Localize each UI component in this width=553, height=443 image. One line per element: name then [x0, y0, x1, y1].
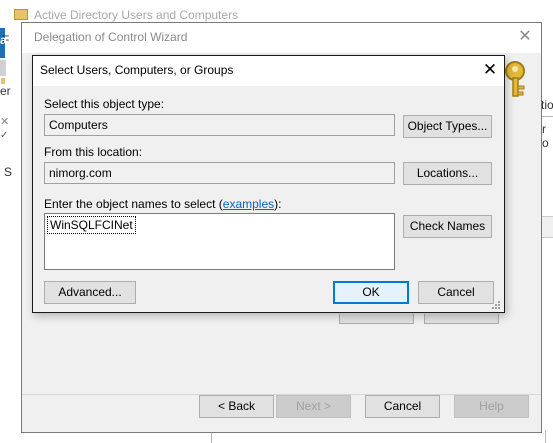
object-names-label-prefix: Enter the object names to select ( — [44, 197, 223, 211]
location-field: nimorg.com — [44, 162, 395, 184]
bg-folder-small-icon — [1, 78, 5, 84]
location-label: From this location: — [44, 145, 143, 159]
bg-toolbar-back-icon — [0, 60, 6, 76]
object-type-field: Computers — [44, 114, 395, 136]
background-window-title: Active Directory Users and Computers — [34, 8, 239, 22]
bg-tree-fragment: a — [0, 33, 7, 47]
dialog-close-button[interactable]: ✕ — [479, 58, 501, 82]
bg-col-fragment: tio — [541, 98, 553, 112]
wizard-close-button[interactable]: ✕ — [514, 25, 536, 49]
select-objects-dialog: Select Users, Computers, or Groups ✕ Sel… — [32, 55, 505, 313]
bg-side-fragment: S — [4, 165, 13, 179]
wizard-title: Delegation of Control Wizard — [34, 30, 188, 44]
dialog-titlebar: Select Users, Computers, or Groups ✕ — [33, 56, 504, 86]
object-names-value: WinSQLFCINet — [47, 216, 136, 234]
wizard-cancel-button[interactable]: Cancel — [365, 395, 440, 418]
advanced-button[interactable]: Advanced... — [44, 281, 136, 304]
object-names-input[interactable]: WinSQLFCINet — [44, 213, 395, 270]
hidden-wizard-button-edge-2 — [424, 314, 499, 324]
next-button[interactable]: Next > — [276, 395, 351, 418]
wizard-titlebar: Delegation of Control Wizard ✕ — [22, 23, 541, 53]
locations-button[interactable]: Locations... — [403, 162, 492, 185]
bg-expand-icon: ✓ — [0, 130, 9, 141]
back-button[interactable]: < Back — [199, 395, 274, 418]
bg-scroll-fragment — [542, 216, 553, 238]
dialog-cancel-button[interactable]: Cancel — [418, 281, 494, 304]
object-names-label: Enter the object names to select (exampl… — [44, 197, 281, 211]
examples-link[interactable]: examples — [223, 197, 274, 211]
bg-col-fragment-2: r o — [542, 122, 549, 150]
object-types-button[interactable]: Object Types... — [403, 115, 492, 138]
object-names-label-suffix: ): — [274, 197, 282, 211]
hidden-wizard-button-edge — [339, 314, 414, 324]
dialog-title: Select Users, Computers, or Groups — [40, 63, 234, 77]
check-names-button[interactable]: Check Names — [403, 215, 492, 238]
resize-grip-icon[interactable] — [491, 300, 501, 310]
bg-pane-divider-2 — [545, 430, 546, 443]
folder-icon — [14, 9, 28, 20]
object-type-label: Select this object type: — [44, 97, 165, 111]
ok-button[interactable]: OK — [333, 281, 409, 304]
bg-collapse-icon: ✕ — [0, 116, 10, 128]
help-button[interactable]: Help — [454, 395, 529, 418]
bg-tree-fragment-2: er — [0, 84, 11, 98]
